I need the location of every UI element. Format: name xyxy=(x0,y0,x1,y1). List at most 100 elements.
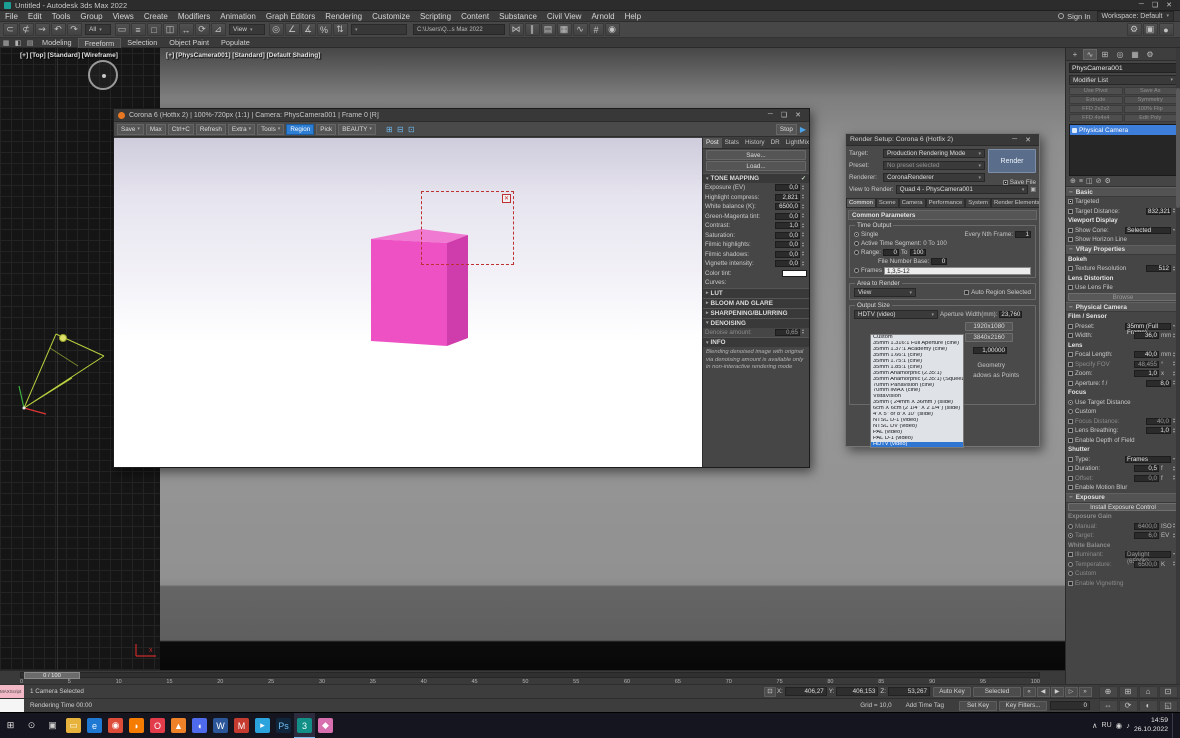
auto-key-button[interactable]: Auto Key xyxy=(933,686,971,697)
output-size-dropdown[interactable]: HDTV (video) xyxy=(854,310,938,319)
workspace-dropdown[interactable]: Workspace: Default xyxy=(1096,10,1174,22)
param-control[interactable] xyxy=(1068,227,1073,233)
taskbar-clock[interactable]: 14:59 26.10.2022 xyxy=(1134,717,1168,734)
taskbar-chrome-icon[interactable]: ◉ xyxy=(105,713,126,738)
param-row[interactable]: Lens ▴▾ xyxy=(1066,341,1180,351)
param-row[interactable]: Preset: 35mm (Full Frame) ▴▾ xyxy=(1066,322,1180,336)
param-control[interactable] xyxy=(1068,333,1073,339)
param-control[interactable] xyxy=(1068,418,1073,424)
orbit-icon[interactable]: ⟳ xyxy=(1118,699,1138,712)
menu-item[interactable]: Edit xyxy=(23,12,47,21)
param-control[interactable] xyxy=(1068,466,1073,472)
unlink-selection-icon[interactable]: ⊄ xyxy=(18,23,34,36)
taskbar-pink-app-icon[interactable]: ◆ xyxy=(315,713,336,738)
vfb-pass-dropdown[interactable]: BEAUTY xyxy=(338,123,376,135)
lock-view-icon[interactable]: ▣ xyxy=(1030,186,1036,193)
maxscript-mini-listener[interactable] xyxy=(0,699,24,712)
ribbon-tab[interactable]: Selection xyxy=(121,38,163,47)
section-denoising[interactable]: ▾ DENOISING xyxy=(703,317,809,328)
vfb-tab[interactable]: Post xyxy=(703,138,722,148)
color-tint-row[interactable]: Color tint: xyxy=(703,269,809,279)
vfb-fit-icon[interactable]: ⊟ xyxy=(395,124,406,135)
project-path-field[interactable]: C:\Users\Q...s Max 2022 xyxy=(413,24,505,35)
corona-minimize-icon[interactable]: ─ xyxy=(768,111,773,119)
vfb-tab[interactable]: History xyxy=(742,138,768,148)
param-row[interactable]: Focus ▴▾ xyxy=(1066,388,1180,398)
key-filters-button[interactable]: Key Filters... xyxy=(999,700,1047,711)
vfb-save-config-button[interactable]: Save... xyxy=(706,150,806,160)
spinner[interactable]: ▴▾ xyxy=(802,222,807,229)
render-setup-tab[interactable]: Scene xyxy=(875,198,899,207)
set-key-button[interactable]: Set Key xyxy=(959,700,997,711)
menu-item[interactable]: Modifiers xyxy=(173,12,215,21)
render-setup-tab[interactable]: Performance xyxy=(925,198,966,207)
param-row[interactable]: Aperture: f / 8,0 ▴ ▾ xyxy=(1066,379,1180,389)
param-control[interactable] xyxy=(1068,237,1073,243)
param-row[interactable]: Viewport Display ▴▾ xyxy=(1066,216,1180,226)
next-frame-button[interactable]: ▷ xyxy=(1064,686,1078,697)
vfb-render-play-icon[interactable]: ▶ xyxy=(800,125,806,134)
spinner[interactable]: ▴▾ xyxy=(802,241,807,248)
pixel-aspect-field[interactable]: 1,00000 xyxy=(973,347,1007,354)
section-sharpening[interactable]: ▸ SHARPENING/BLURRING xyxy=(703,307,809,318)
time-slider-track[interactable] xyxy=(20,672,1040,678)
section-lut[interactable]: ▸ LUT xyxy=(703,287,809,298)
volume-icon[interactable]: ♪ xyxy=(1126,721,1130,730)
param-control[interactable] xyxy=(1068,266,1073,272)
menu-item[interactable]: Views xyxy=(108,12,139,21)
param-row[interactable]: Focus Distance: 40,0 ▴ ▾ xyxy=(1066,417,1180,427)
render-setup-minimize-icon[interactable]: ─ xyxy=(1012,136,1017,144)
spinner[interactable]: ▴▾ xyxy=(802,231,807,238)
redo-icon[interactable]: ↷ xyxy=(66,23,82,36)
param-control[interactable] xyxy=(1068,533,1073,539)
param-control[interactable] xyxy=(1068,208,1073,214)
output-size-option[interactable]: HDTV (video) xyxy=(871,441,963,447)
taskbar-firefox-icon[interactable]: ◗ xyxy=(126,713,147,738)
minimize-icon[interactable]: ─ xyxy=(1139,1,1144,9)
menu-item[interactable]: Create xyxy=(139,12,173,21)
save-file-checkbox[interactable]: Save File xyxy=(1002,179,1036,186)
viewport-top-label[interactable]: [+] [Top] [Standard] [Wireframe] xyxy=(20,52,118,59)
param-row[interactable]: Show Horizon Line ▴▾ xyxy=(1066,235,1180,245)
vfb-pick-button[interactable]: Pick xyxy=(316,123,337,135)
render-production-icon[interactable]: ● xyxy=(1158,23,1174,36)
vfb-region-button[interactable]: Region xyxy=(286,123,315,135)
area-to-render-dropdown[interactable]: View xyxy=(854,288,916,297)
mirror-icon[interactable]: ⋈ xyxy=(508,23,524,36)
add-time-tag[interactable]: Add Time Tag xyxy=(906,702,944,709)
layer-manager-icon[interactable]: ▤ xyxy=(540,23,556,36)
vfb-tab[interactable]: LightMix xyxy=(783,138,809,148)
param-control[interactable] xyxy=(1068,475,1073,481)
vfb-copy-button[interactable]: Ctrl+C xyxy=(167,123,194,135)
vfb-max-button[interactable]: Max xyxy=(145,123,166,135)
tone-row[interactable]: Exposure (EV) 0,0 ▴ ▾ xyxy=(703,183,809,193)
menu-item[interactable]: File xyxy=(0,12,23,21)
frames-radio[interactable] xyxy=(854,268,859,273)
param-row[interactable]: Illuminant: Daylight (6500K) ▴▾ xyxy=(1066,550,1180,565)
tone-row[interactable]: Filmic shadows: 0,0 ▴ ▾ xyxy=(703,250,809,260)
zoom-region-icon[interactable]: ⊡ xyxy=(1158,685,1178,698)
viewport-camera-label[interactable]: [+] [PhysCamera001] [Standard] [Default … xyxy=(166,52,320,59)
menu-item[interactable]: Content xyxy=(456,12,494,21)
menu-item[interactable]: Substance xyxy=(494,12,542,21)
spinner[interactable]: ▴▾ xyxy=(802,250,807,257)
modifier-button[interactable]: FFD 2x2x2 xyxy=(1069,105,1123,113)
ribbon-tab[interactable]: Freeform xyxy=(77,37,122,48)
param-row[interactable]: White Balance ▴▾ xyxy=(1066,541,1180,551)
select-by-name-icon[interactable]: ≡ xyxy=(130,23,146,36)
region-select-icon[interactable]: □ xyxy=(146,23,162,36)
corona-title-bar[interactable]: Corona 6 (Hotfix 2) | 100%-720px (1:1) |… xyxy=(114,109,809,122)
rollout-basic[interactable]: − Basic xyxy=(1066,187,1180,197)
param-control[interactable] xyxy=(1068,485,1073,491)
param-row[interactable]: Lens Distortion ▴▾ xyxy=(1066,274,1180,284)
taskbar-task-view-icon[interactable]: ▣ xyxy=(42,713,63,738)
taskbar-mail-icon[interactable]: M xyxy=(231,713,252,738)
zoom-all-icon[interactable]: ⊞ xyxy=(1118,685,1138,698)
taskbar-media-icon[interactable]: ▲ xyxy=(168,713,189,738)
param-row[interactable]: Show Cone: Selected ▴▾ xyxy=(1066,226,1180,236)
param-control[interactable] xyxy=(1068,409,1073,415)
menu-item[interactable]: Graph Editors xyxy=(261,12,320,21)
window-crossing-icon[interactable]: ◫ xyxy=(162,23,178,36)
panel-scrollbar[interactable] xyxy=(1176,48,1180,684)
view-to-render-dropdown[interactable]: Quad 4 - PhysCamera001 xyxy=(895,185,1029,194)
